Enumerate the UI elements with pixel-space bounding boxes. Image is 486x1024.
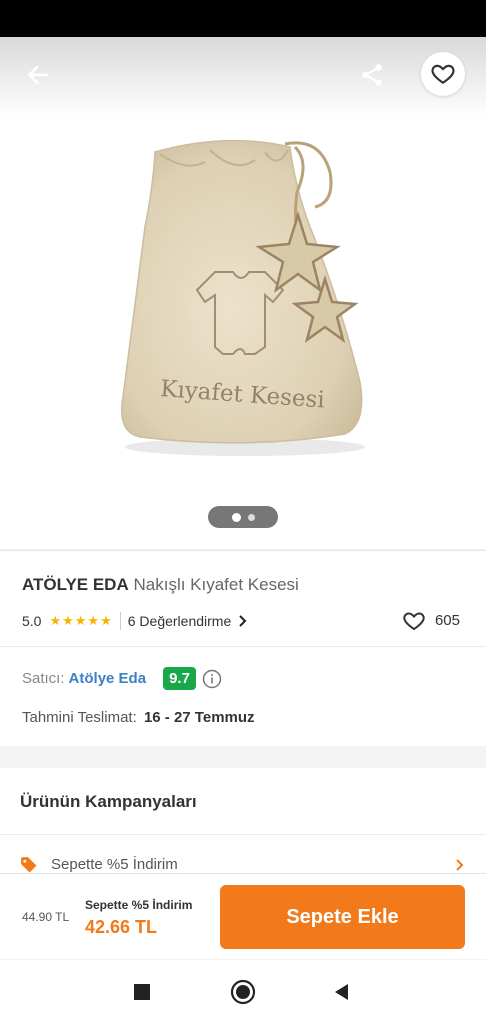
product-title: ATÖLYE EDA Nakışlı Kıyafet Kesesi — [22, 575, 299, 595]
info-icon[interactable] — [202, 669, 222, 689]
share-icon — [362, 64, 382, 86]
reviews-link[interactable]: 6 Değerlendirme — [128, 613, 250, 629]
rating-score: 5.0 — [22, 613, 42, 629]
pager-dot — [247, 513, 255, 521]
nav-home-button[interactable] — [229, 978, 257, 1006]
seller-label: Satıcı: — [22, 670, 65, 687]
product-image[interactable]: Kıyafet Kesesi — [105, 132, 375, 462]
nav-home-icon — [230, 979, 256, 1005]
seller-score-badge: 9.7 — [163, 667, 196, 690]
status-bar — [0, 0, 486, 37]
product-info-card: ATÖLYE EDA Nakışlı Kıyafet Kesesi 5.0 ★★… — [0, 550, 486, 746]
nav-back-button[interactable] — [328, 978, 356, 1006]
product-detail-screen: Kıyafet Kesesi ATÖLYE EDA Nakışlı Kıyafe… — [0, 0, 486, 1024]
heart-icon — [431, 64, 455, 84]
seller-row: Satıcı: Atölye Eda 9.7 — [22, 667, 222, 690]
gallery-pager — [208, 506, 278, 528]
delivery-row: Tahmini Teslimat: 16 - 27 Temmuz — [22, 709, 255, 726]
brand-name[interactable]: ATÖLYE EDA — [22, 575, 129, 594]
old-price: 44.90 TL — [22, 910, 70, 924]
campaign-item[interactable]: Sepette %5 İndirim — [20, 856, 466, 873]
arrow-left-icon — [27, 66, 49, 84]
nav-back-icon — [335, 984, 348, 1000]
product-name: Nakışlı Kıyafet Kesesi — [133, 575, 299, 594]
favorite-count-value: 605 — [434, 611, 460, 629]
product-gallery[interactable]: Kıyafet Kesesi — [0, 37, 486, 549]
divider — [0, 834, 486, 835]
delivery-label: Tahmini Teslimat: — [22, 709, 137, 726]
rating-stars: ★★★★★ — [49, 613, 113, 628]
favorite-count[interactable]: 605 — [402, 609, 460, 631]
discounted-price: 42.66 TL — [85, 917, 158, 937]
heart-icon — [403, 612, 425, 631]
back-button[interactable] — [20, 57, 56, 93]
campaigns-section: Ürünün Kampanyaları Sepette %5 İndirim — [0, 768, 486, 876]
chevron-right-icon — [239, 615, 247, 627]
pager-dot-active — [231, 512, 241, 522]
share-button[interactable] — [354, 57, 390, 93]
campaign-label: Sepette %5 İndirim — [51, 856, 178, 873]
delivery-date: 16 - 27 Temmuz — [143, 709, 255, 726]
purchase-bar: 44.90 TL Sepette %5 İndirim 42.66 TL Sep… — [0, 873, 486, 959]
divider — [119, 612, 121, 630]
system-nav-bar — [0, 960, 486, 1024]
reviews-label: 6 Değerlendirme — [127, 613, 232, 629]
divider — [0, 646, 486, 647]
rating-row: 5.0 ★★★★★ 6 Değerlendirme — [22, 612, 249, 630]
add-to-cart-button[interactable]: Sepete Ekle — [220, 885, 465, 949]
nav-recents-button[interactable] — [128, 978, 156, 1006]
basket-discount-label: Sepette %5 İndirim — [85, 898, 193, 912]
nav-recents-icon — [134, 984, 150, 1000]
favorite-button[interactable] — [421, 52, 465, 96]
gallery-top-fade — [0, 37, 486, 117]
tag-icon — [20, 856, 37, 873]
chevron-right-icon — [454, 858, 466, 872]
seller-name-link[interactable]: Atölye Eda — [69, 670, 147, 687]
campaigns-title: Ürünün Kampanyaları — [20, 792, 197, 811]
